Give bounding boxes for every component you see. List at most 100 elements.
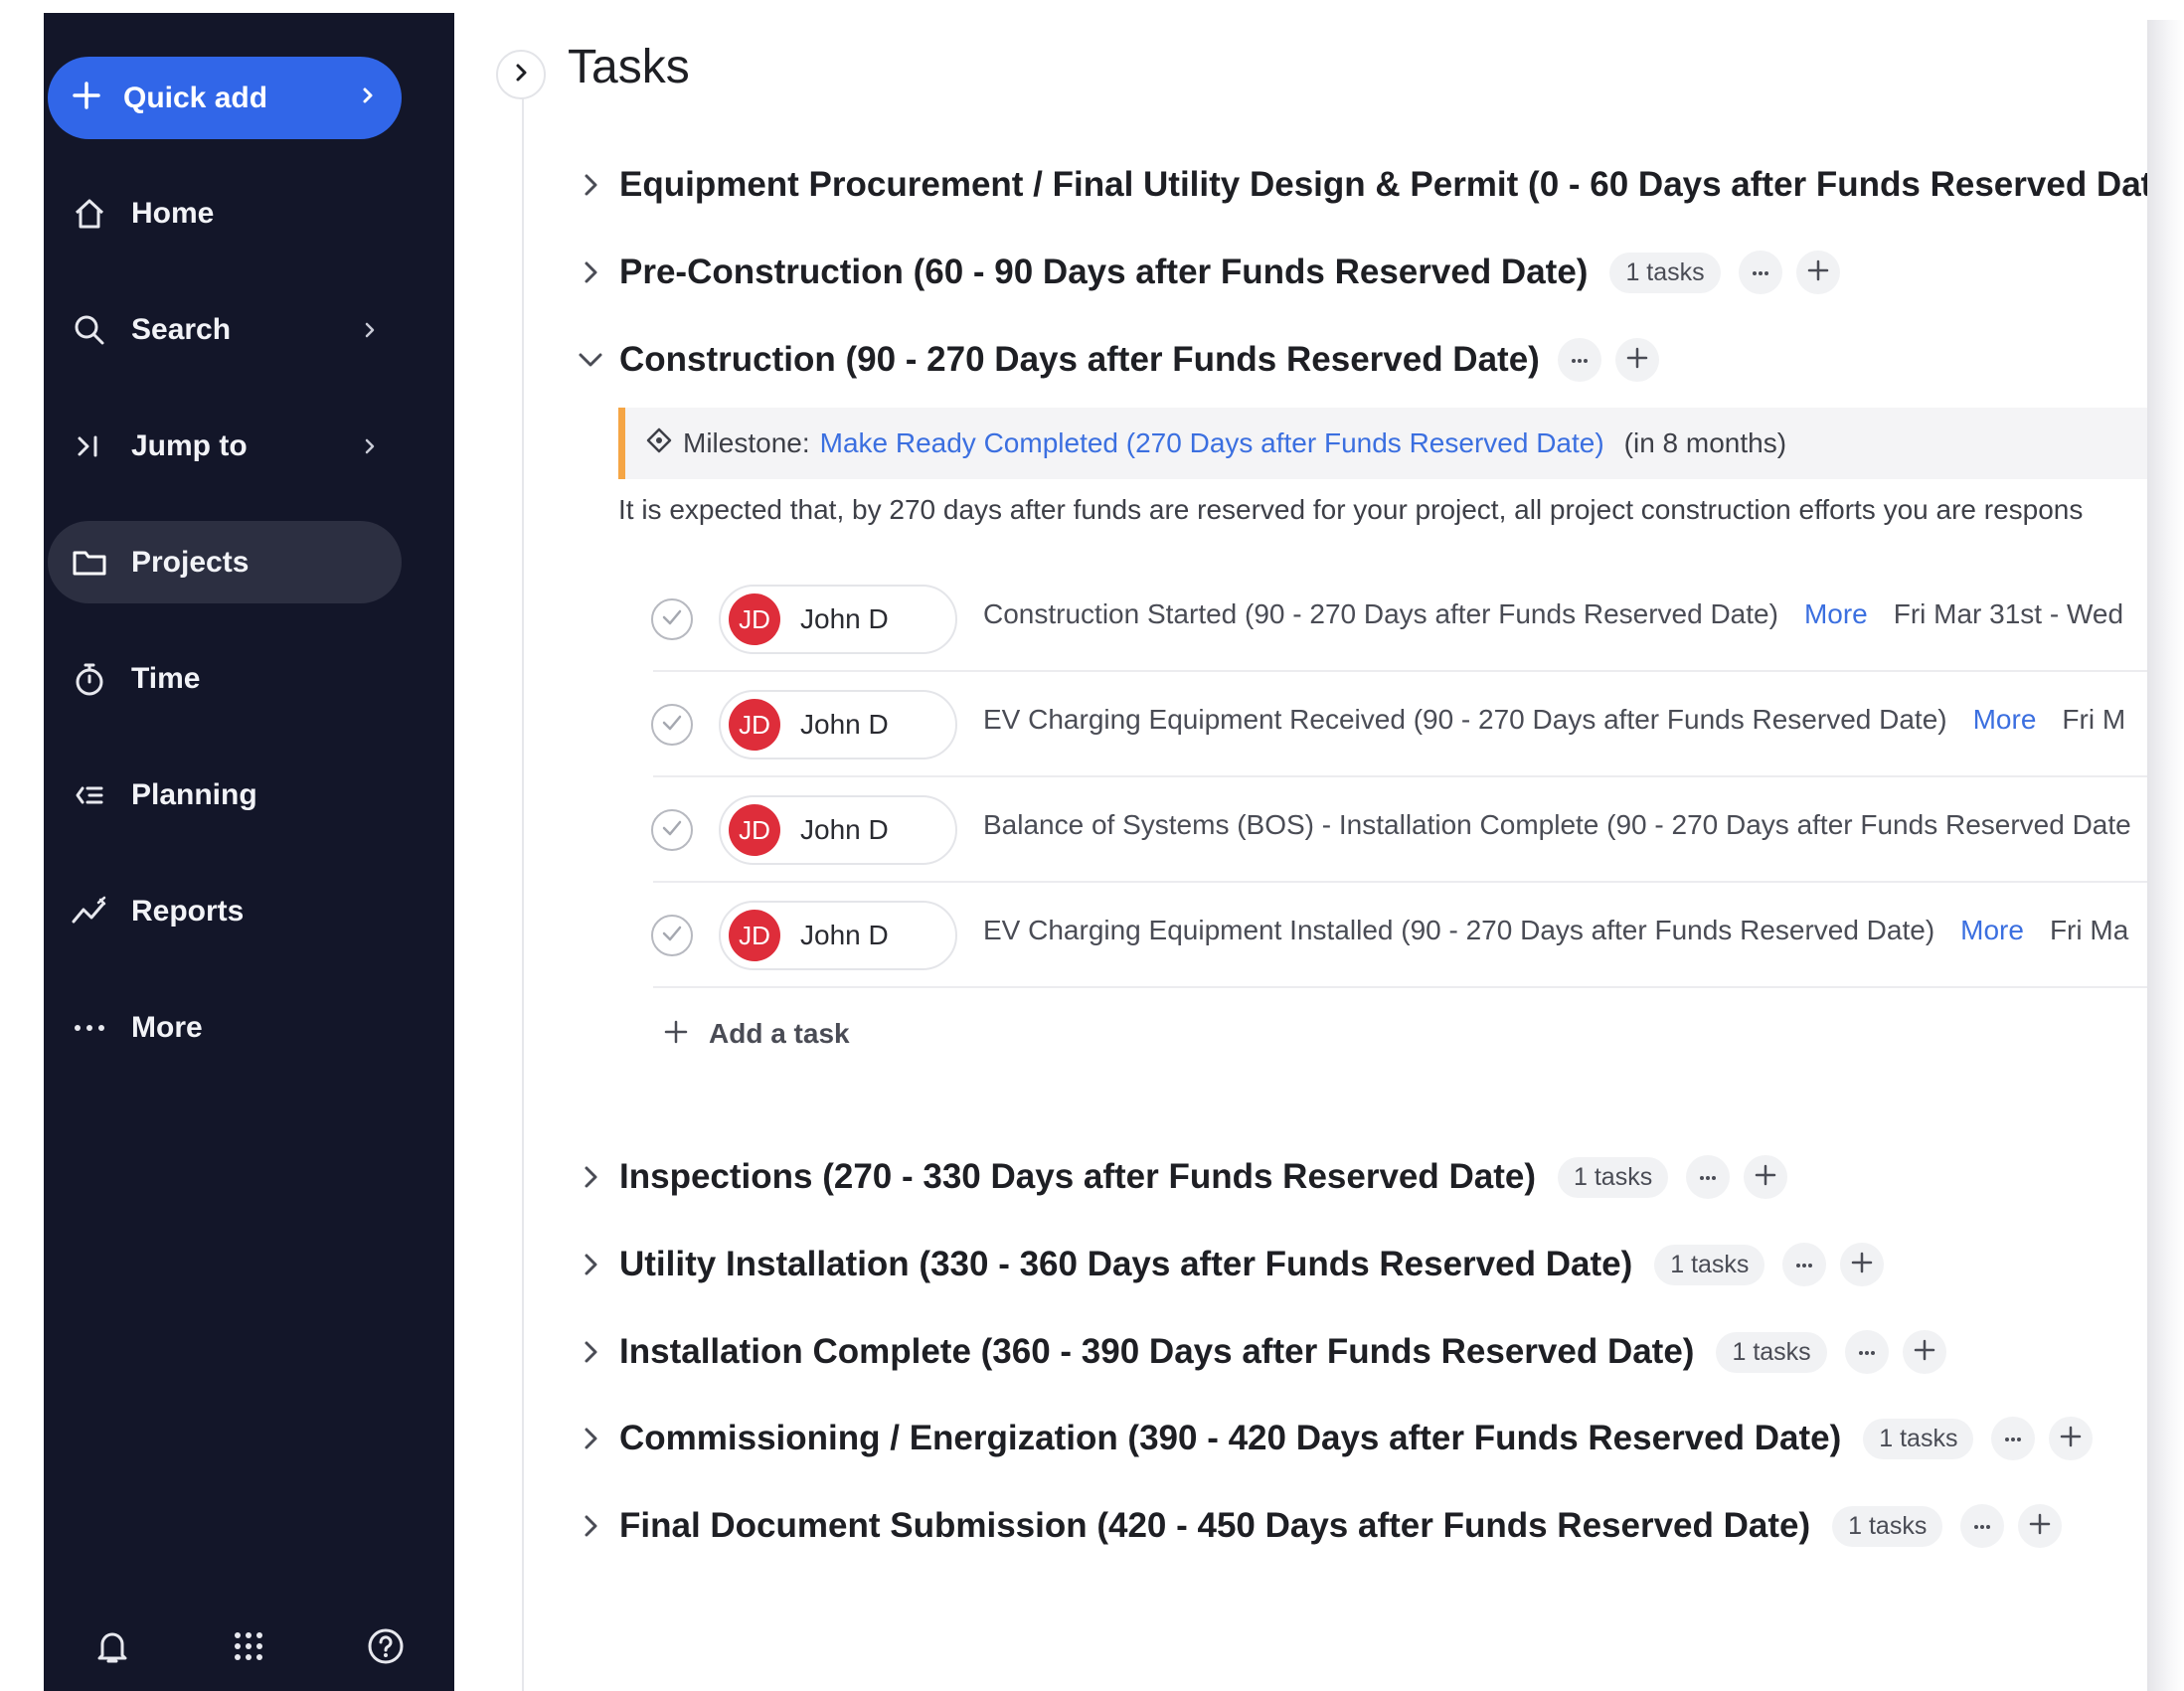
add-to-section-button[interactable]: [2049, 1417, 2094, 1460]
complete-task-checkbox[interactable]: [651, 598, 693, 640]
task-name[interactable]: Construction Started (90 - 270 Days afte…: [983, 598, 1778, 630]
task-more-link[interactable]: More: [1960, 915, 2024, 946]
sidebar-item-time[interactable]: Time: [48, 637, 402, 720]
section-options-button[interactable]: [1844, 1330, 1889, 1374]
section-options-button[interactable]: [1686, 1155, 1731, 1199]
task-row[interactable]: JD John D EV Charging Equipment Installe…: [651, 883, 2147, 988]
task-more-link[interactable]: More: [1973, 704, 2037, 736]
quick-add-button[interactable]: Quick add: [48, 57, 402, 139]
task-count-badge: 1 tasks: [1716, 1331, 1827, 1373]
task-more-link[interactable]: More: [1804, 598, 1868, 630]
sidebar-item-label: Time: [131, 661, 201, 695]
task-row[interactable]: JD John D EV Charging Equipment Received…: [651, 672, 2147, 777]
chevron-right-icon[interactable]: [574, 1422, 607, 1455]
sidebar-item-projects[interactable]: Projects: [48, 521, 402, 603]
sidebar-item-reports[interactable]: Reports: [48, 870, 402, 952]
add-to-section-button[interactable]: [1795, 251, 1840, 294]
check-icon: [661, 608, 683, 631]
milestone-link[interactable]: Make Ready Completed (270 Days after Fun…: [820, 427, 1604, 459]
add-to-section-button[interactable]: [1744, 1155, 1788, 1199]
apps-grid-icon[interactable]: [227, 1624, 270, 1668]
sidebar-item-jump-to[interactable]: Jump to: [48, 405, 402, 487]
task-name[interactable]: Balance of Systems (BOS) - Installation …: [983, 809, 2131, 841]
add-to-section-button[interactable]: [1902, 1330, 1946, 1374]
more-dots-icon: [1795, 1256, 1813, 1273]
section-title[interactable]: Commissioning / Energization (390 - 420 …: [619, 1419, 1841, 1458]
plus-icon: [72, 81, 101, 115]
section-title[interactable]: Construction (90 - 270 Days after Funds …: [619, 340, 1540, 380]
section-options-button[interactable]: [1738, 251, 1782, 294]
add-to-section-button[interactable]: [1840, 1243, 1885, 1286]
more-dots-icon: [70, 1008, 109, 1048]
avatar: JD: [729, 593, 780, 645]
section-options-button[interactable]: [1557, 338, 1601, 382]
section-title[interactable]: Equipment Procurement / Final Utility De…: [619, 165, 2147, 205]
chevron-right-icon[interactable]: [574, 1335, 607, 1369]
complete-task-checkbox[interactable]: [651, 809, 693, 851]
assignee-chip[interactable]: JD John D: [719, 901, 957, 970]
task-date-range[interactable]: Fri Mar 31st - Wed: [1894, 598, 2123, 630]
sidebar-item-planning[interactable]: Planning: [48, 754, 402, 836]
assignee-chip[interactable]: JD John D: [719, 690, 957, 760]
help-icon[interactable]: [364, 1624, 408, 1668]
chevron-down-icon[interactable]: [574, 343, 607, 377]
more-dots-icon: [1699, 1168, 1717, 1186]
add-task-button[interactable]: Add a task: [663, 1018, 850, 1050]
plus-icon: [663, 1019, 689, 1050]
sidebar-footer: [44, 1602, 454, 1691]
avatar: JD: [729, 910, 780, 961]
assignee-name: John D: [800, 709, 889, 740]
plus-icon: [2029, 1513, 2051, 1540]
section-options-button[interactable]: [1960, 1504, 2005, 1548]
quick-add-label: Quick add: [123, 81, 268, 114]
assignee-chip[interactable]: JD John D: [719, 795, 957, 865]
chevron-right-icon[interactable]: [574, 168, 607, 202]
sidebar-item-label: More: [131, 1010, 203, 1044]
task-count-badge: 1 tasks: [1558, 1156, 1669, 1198]
section-options-button[interactable]: [1991, 1417, 2036, 1460]
expand-panel-button[interactable]: [496, 50, 546, 99]
complete-task-checkbox[interactable]: [651, 704, 693, 746]
task-row[interactable]: JD John D Balance of Systems (BOS) - Ins…: [651, 777, 2147, 883]
task-name[interactable]: EV Charging Equipment Installed (90 - 27…: [983, 915, 1934, 946]
section-title[interactable]: Inspections (270 - 330 Days after Funds …: [619, 1157, 1536, 1197]
task-count-badge: 1 tasks: [1832, 1505, 1943, 1547]
assignee-chip[interactable]: JD John D: [719, 585, 957, 654]
task-row[interactable]: JD John D Construction Started (90 - 270…: [651, 567, 2147, 672]
check-icon: [661, 714, 683, 737]
bell-icon[interactable]: [90, 1624, 134, 1668]
sidebar-item-label: Planning: [131, 777, 257, 811]
section-options-button[interactable]: [1782, 1243, 1827, 1286]
chevron-right-icon[interactable]: [574, 255, 607, 289]
chevron-right-icon[interactable]: [574, 1509, 607, 1543]
more-dots-icon: [1858, 1343, 1876, 1361]
sidebar-item-more[interactable]: More: [48, 986, 402, 1069]
sidebar: Quick add Home Search Jump to Projects T…: [44, 13, 454, 1691]
sidebar-item-label: Reports: [131, 894, 245, 928]
assignee-name: John D: [800, 603, 889, 634]
assignee-name: John D: [800, 920, 889, 950]
chevron-right-icon[interactable]: [574, 1160, 607, 1194]
section-commissioning: Commissioning / Energization (390 - 420 …: [574, 1411, 2094, 1466]
add-to-section-button[interactable]: [2018, 1504, 2063, 1548]
sidebar-item-label: Jump to: [131, 428, 248, 462]
section-final-document-submission: Final Document Submission (420 - 450 Day…: [574, 1498, 2063, 1554]
section-title[interactable]: Installation Complete (360 - 390 Days af…: [619, 1332, 1694, 1372]
add-to-section-button[interactable]: [1614, 338, 1659, 382]
sidebar-item-label: Projects: [131, 545, 250, 579]
task-date-range[interactable]: Fri Ma: [2050, 915, 2128, 946]
complete-task-checkbox[interactable]: [651, 915, 693, 956]
sidebar-item-home[interactable]: Home: [48, 172, 402, 254]
sidebar-item-label: Home: [131, 196, 215, 230]
task-name[interactable]: EV Charging Equipment Received (90 - 270…: [983, 704, 1947, 736]
sidebar-item-search[interactable]: Search: [48, 288, 402, 371]
section-pre-construction: Pre-Construction (60 - 90 Days after Fun…: [574, 245, 1840, 300]
assignee-name: John D: [800, 814, 889, 845]
section-construction: Construction (90 - 270 Days after Funds …: [574, 332, 1659, 388]
section-title[interactable]: Pre-Construction (60 - 90 Days after Fun…: [619, 253, 1588, 292]
task-date-range[interactable]: Fri M: [2062, 704, 2125, 736]
section-title[interactable]: Utility Installation (330 - 360 Days aft…: [619, 1245, 1632, 1284]
add-task-label: Add a task: [709, 1018, 850, 1049]
section-title[interactable]: Final Document Submission (420 - 450 Day…: [619, 1506, 1810, 1546]
chevron-right-icon[interactable]: [574, 1248, 607, 1281]
